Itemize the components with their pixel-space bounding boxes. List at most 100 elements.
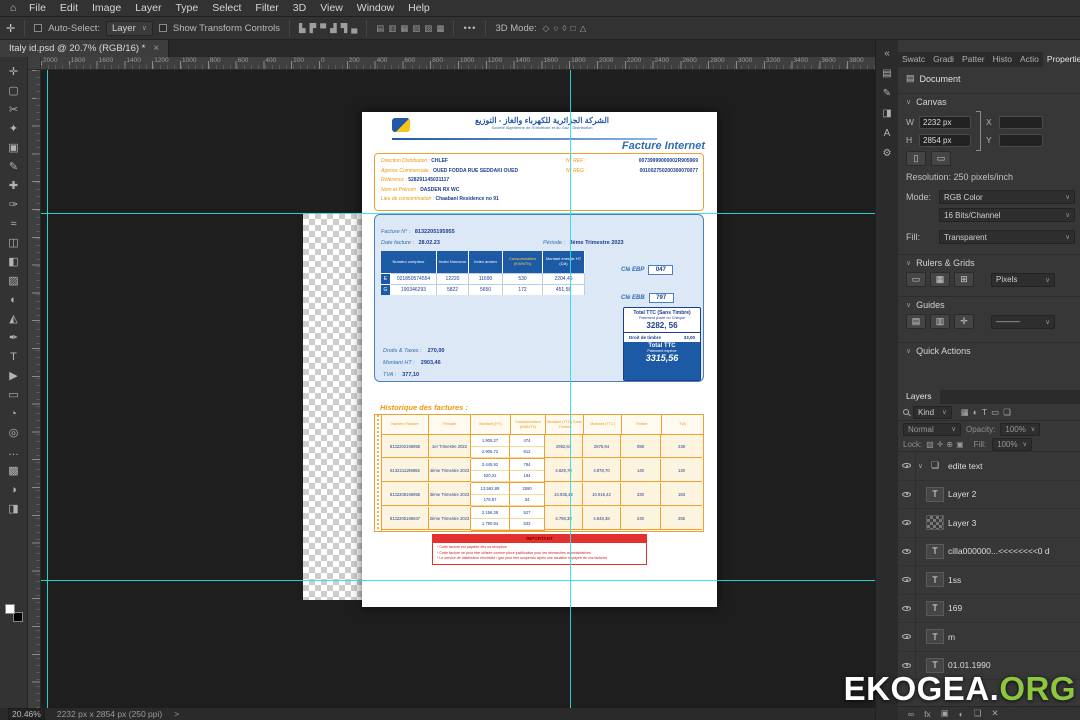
tool-button[interactable]: ▨ xyxy=(3,271,25,290)
tool-button[interactable]: ✒ xyxy=(3,328,25,347)
mode3d-icon[interactable]: ○ xyxy=(553,23,558,34)
distribute-icon[interactable]: ▦ xyxy=(400,23,408,34)
guide-horizontal[interactable] xyxy=(41,580,875,581)
canvas-section-header[interactable]: ∨ Canvas xyxy=(898,93,1080,107)
color-mode-dropdown[interactable]: RGB Color ∨ xyxy=(939,190,1075,204)
tool-button[interactable]: ◧ xyxy=(3,252,25,271)
height-field[interactable]: 2854 px xyxy=(919,134,971,147)
visibility-eye-icon[interactable] xyxy=(898,452,916,480)
distribute-icon[interactable]: ▨ xyxy=(424,23,432,34)
zoom-level[interactable]: 20.46% xyxy=(8,708,45,720)
auto-select-checkbox[interactable] xyxy=(34,24,42,32)
filter-icon[interactable]: ◐ xyxy=(972,407,979,418)
align-icon[interactable]: ▄ xyxy=(351,23,357,34)
tool-button[interactable]: ▣ xyxy=(3,138,25,157)
filter-icon[interactable]: ❏ xyxy=(1002,407,1012,418)
layers-action-icon[interactable]: fx xyxy=(924,709,931,719)
panel-icon[interactable]: ▤ xyxy=(882,68,891,79)
tool-button[interactable]: T xyxy=(3,347,25,366)
layers-action-icon[interactable]: ❏ xyxy=(974,708,982,719)
document-page[interactable]: الشركة الجزائرية للكهرباء والغاز - التوز… xyxy=(362,112,717,607)
menu-item[interactable]: Window xyxy=(350,2,401,14)
menu-item[interactable]: 3D xyxy=(286,2,313,14)
menu-item[interactable]: File xyxy=(22,2,53,14)
layers-action-icon[interactable]: ◐ xyxy=(959,709,964,719)
tool-button[interactable]: ✑ xyxy=(3,195,25,214)
tool-button[interactable]: ✚ xyxy=(3,176,25,195)
close-icon[interactable]: × xyxy=(153,43,159,54)
tab-patterns[interactable]: Patter xyxy=(958,52,989,67)
lock-icon[interactable]: ⊕ xyxy=(946,440,953,449)
tool-button[interactable]: ▶ xyxy=(3,366,25,385)
layer-name[interactable]: Layer 3 xyxy=(948,518,976,528)
align-icon[interactable]: ▜ xyxy=(341,23,348,34)
tool-button[interactable]: ✦ xyxy=(3,119,25,138)
panel-icon[interactable]: A xyxy=(884,128,891,139)
mode3d-icon[interactable]: △ xyxy=(580,23,587,34)
tool-button[interactable]: ◑ xyxy=(3,480,25,499)
ruler-top[interactable]: 2000180016001400120010008006004002000200… xyxy=(41,57,875,70)
layer-name[interactable]: edite text xyxy=(948,461,983,471)
x-field[interactable] xyxy=(999,116,1043,129)
tool-button[interactable]: ▢ xyxy=(3,81,25,100)
visibility-eye-icon[interactable] xyxy=(898,566,916,594)
document-tab[interactable]: Italy id.psd @ 20.7% (RGB/16) * × xyxy=(0,40,169,57)
guides-section-header[interactable]: ∨ Guides xyxy=(898,296,1080,310)
units-dropdown[interactable]: Pixels ∨ xyxy=(991,273,1055,287)
filter-icon[interactable]: T xyxy=(981,407,988,418)
guide-vertical[interactable] xyxy=(570,70,571,708)
panel-icon[interactable]: ◨ xyxy=(882,108,891,119)
tool-button[interactable]: ◔ xyxy=(3,404,25,423)
tool-button[interactable]: ◨ xyxy=(3,499,25,518)
visibility-eye-icon[interactable] xyxy=(898,538,916,566)
layer-row[interactable]: T Layer 2 xyxy=(898,481,1080,510)
menu-item[interactable]: Type xyxy=(168,2,205,14)
opacity-dropdown[interactable]: 100% ∨ xyxy=(1000,423,1040,436)
tool-button[interactable]: … xyxy=(3,442,25,461)
panel-icon[interactable]: ⚙ xyxy=(883,148,892,159)
layers-action-icon[interactable]: ✕ xyxy=(991,708,998,719)
layers-action-icon[interactable]: ▣ xyxy=(941,708,949,719)
layer-name[interactable]: 169 xyxy=(948,603,962,613)
tool-button[interactable]: ▭ xyxy=(3,385,25,404)
filter-icon[interactable]: ▦ xyxy=(960,407,970,418)
ruler-toggle-icon[interactable]: ⊞ xyxy=(954,272,974,287)
visibility-eye-icon[interactable] xyxy=(898,623,916,651)
menu-item[interactable]: Help xyxy=(401,2,437,14)
distribute-icon[interactable]: ▧ xyxy=(412,23,420,34)
quick-actions-section-header[interactable]: ∨ Quick Actions xyxy=(898,342,1080,356)
tool-button[interactable]: ◫ xyxy=(3,233,25,252)
layer-row[interactable]: T cilla000000...<<<<<<<<0 d xyxy=(898,538,1080,567)
home-icon[interactable]: ⌂ xyxy=(4,2,22,14)
layer-row[interactable]: T 1ss xyxy=(898,566,1080,595)
tab-layers[interactable]: Layers xyxy=(898,390,940,404)
layer-name[interactable]: cilla000000...<<<<<<<<0 d xyxy=(948,546,1050,556)
width-field[interactable]: 2232 px xyxy=(919,116,971,129)
ruler-toggle-icon[interactable]: ▭ xyxy=(906,272,926,287)
guide-toggle-icon[interactable]: ✛ xyxy=(954,314,974,329)
more-options-icon[interactable]: ••• xyxy=(463,23,476,34)
lock-icon[interactable]: ▨ xyxy=(926,440,934,449)
canvas-area[interactable]: الشركة الجزائرية للكهرباء والغاز - التوز… xyxy=(41,70,875,708)
align-icon[interactable]: ▀ xyxy=(320,23,326,34)
tab-gradients[interactable]: Gradi xyxy=(929,52,958,67)
layer-name[interactable]: m xyxy=(948,632,955,642)
layer-name[interactable]: Layer 2 xyxy=(948,489,976,499)
mode3d-icon[interactable]: ◇ xyxy=(543,23,550,34)
visibility-eye-icon[interactable] xyxy=(898,481,916,509)
tab-properties[interactable]: Properties xyxy=(1043,52,1080,67)
guide-toggle-icon[interactable]: ▥ xyxy=(930,314,950,329)
orientation-icon[interactable]: ▭ xyxy=(931,151,951,166)
layer-row[interactable]: T 169 xyxy=(898,595,1080,624)
orientation-icon[interactable]: ▯ xyxy=(906,151,926,166)
tab-swatches[interactable]: Swatc xyxy=(898,52,929,67)
rulers-grids-section-header[interactable]: ∨ Rulers & Grids xyxy=(898,254,1080,268)
guide-vertical[interactable] xyxy=(47,70,48,708)
link-dimensions-icon[interactable] xyxy=(976,129,981,151)
tab-history[interactable]: Histo xyxy=(989,52,1016,67)
layer-row[interactable]: Layer 3 xyxy=(898,509,1080,538)
panel-icon[interactable]: ✎ xyxy=(883,88,891,99)
distribute-icon[interactable]: ▥ xyxy=(388,23,396,34)
tool-button[interactable]: ✎ xyxy=(3,157,25,176)
fill-dropdown[interactable]: Transparent ∨ xyxy=(939,230,1075,244)
